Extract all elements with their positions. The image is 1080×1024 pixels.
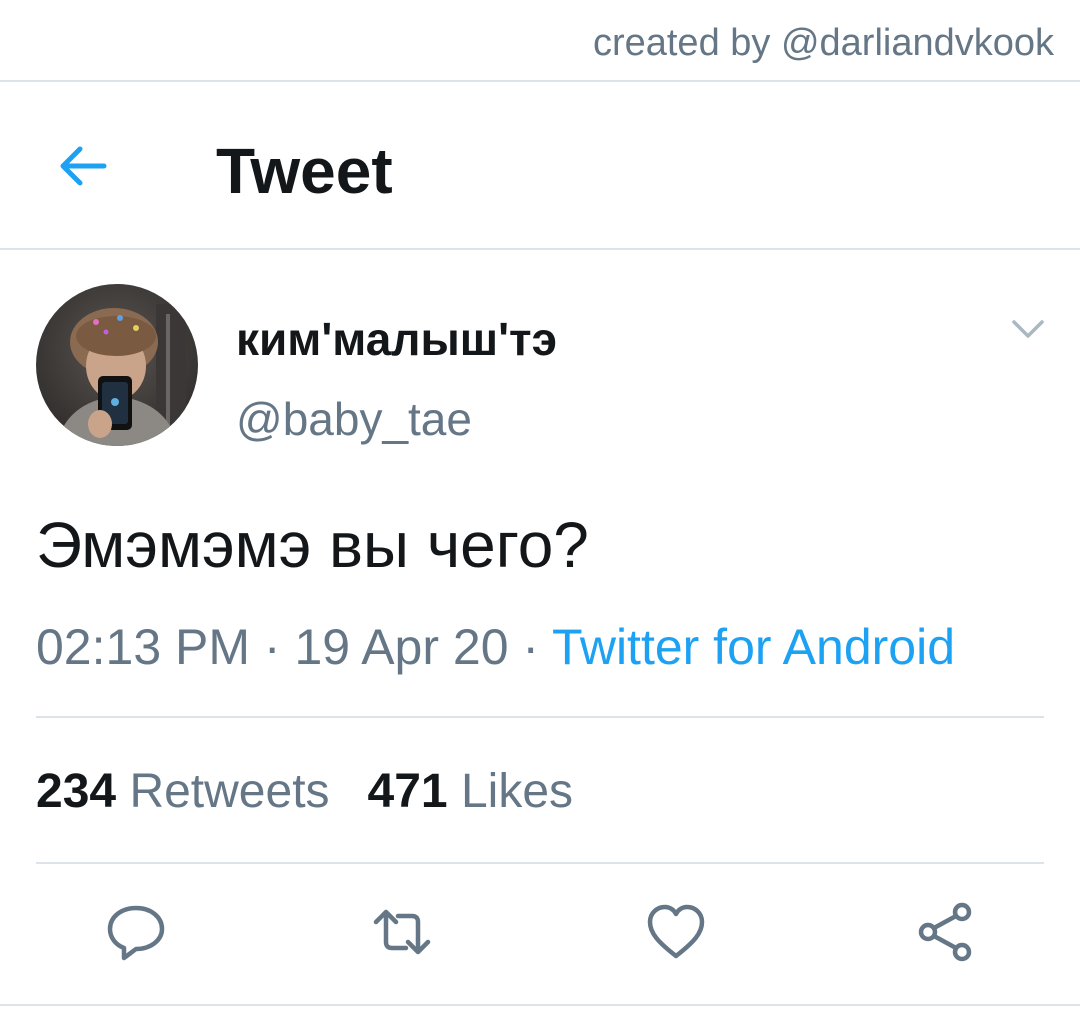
tweet-source-link[interactable]: Twitter for Android bbox=[552, 619, 955, 675]
likes-label: Likes bbox=[460, 765, 574, 818]
tweet-header: Tweet bbox=[0, 82, 1080, 250]
arrow-left-icon bbox=[60, 146, 107, 186]
divider bbox=[36, 862, 1044, 864]
retweets-stat[interactable]: 234 Retweets bbox=[36, 764, 330, 819]
retweets-label: Retweets bbox=[129, 765, 330, 818]
page-title: Tweet bbox=[216, 135, 393, 207]
tweet-date: 19 Apr 20 bbox=[294, 619, 509, 675]
bottom-divider bbox=[0, 1004, 1080, 1006]
divider bbox=[36, 716, 1044, 718]
tweet-text: Эмэмэмэ вы чего? bbox=[36, 509, 589, 581]
likes-count: 471 bbox=[367, 765, 448, 818]
retweets-count: 234 bbox=[36, 765, 117, 818]
reply-icon bbox=[107, 905, 165, 961]
share-icon bbox=[918, 902, 972, 962]
avatar[interactable] bbox=[36, 284, 198, 446]
like-button[interactable] bbox=[644, 900, 708, 964]
share-button[interactable] bbox=[914, 900, 978, 964]
avatar-image bbox=[36, 284, 198, 446]
heart-icon bbox=[647, 904, 705, 959]
back-button[interactable] bbox=[54, 136, 114, 196]
retweet-icon bbox=[373, 909, 431, 955]
tweet-time: 02:13 PM bbox=[36, 619, 251, 675]
tweet-stats: 234 Retweets 471 Likes bbox=[36, 764, 611, 819]
credit-bar: created by @darliandvkook bbox=[0, 0, 1080, 82]
credit-watermark: created by @darliandvkook bbox=[592, 22, 1054, 64]
more-options-button[interactable] bbox=[1008, 312, 1048, 344]
user-display-name[interactable]: ким'малыш'тэ bbox=[236, 312, 557, 366]
retweet-button[interactable] bbox=[370, 900, 434, 964]
user-handle[interactable]: @baby_tae bbox=[236, 392, 472, 446]
meta-separator: · bbox=[508, 619, 553, 675]
meta-separator: · bbox=[250, 619, 295, 675]
tweet-meta: 02:13 PM · 19 Apr 20 · Twitter for Andro… bbox=[36, 618, 955, 676]
chevron-down-icon bbox=[1012, 320, 1044, 338]
likes-stat[interactable]: 471 Likes bbox=[368, 764, 574, 819]
reply-button[interactable] bbox=[104, 900, 168, 964]
